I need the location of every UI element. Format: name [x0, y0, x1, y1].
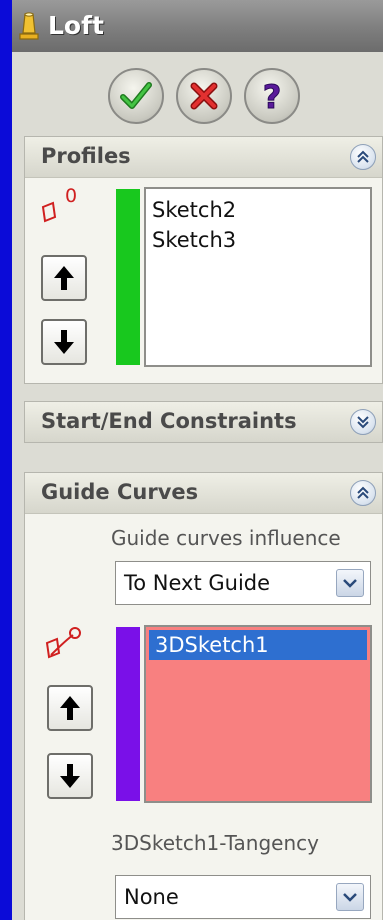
arrow-down-icon: [60, 764, 80, 788]
chevron-down-icon: [343, 893, 357, 902]
guide-influence-label: Guide curves influence: [111, 526, 341, 550]
tangency-label: 3DSketch1-Tangency: [111, 831, 319, 855]
chevron-down-icon: [343, 579, 357, 588]
property-manager-panel: Loft ? Profiles 0 Sketch2 Sketch3 Start/…: [12, 0, 383, 920]
guide-move-up-button[interactable]: [47, 685, 93, 731]
expand-start-end-button[interactable]: [350, 409, 376, 435]
loft-feature-icon: [19, 12, 39, 40]
guide-influence-select[interactable]: To Next Guide: [115, 561, 371, 605]
profile-count-label: 0: [65, 185, 78, 207]
collapse-profiles-button[interactable]: [350, 144, 376, 170]
profile-move-down-button[interactable]: [41, 319, 87, 365]
start-end-header[interactable]: Start/End Constraints: [25, 402, 382, 442]
dropdown-arrow-icon[interactable]: [336, 883, 364, 911]
guide-curves-color-bar: [116, 627, 140, 801]
arrow-up-icon: [60, 696, 80, 720]
question-icon: ?: [262, 78, 282, 114]
guide-move-down-button[interactable]: [47, 753, 93, 799]
title-bar: Loft: [12, 0, 383, 52]
profile-move-up-button[interactable]: [41, 255, 87, 301]
arrow-up-icon: [54, 266, 74, 290]
profiles-header[interactable]: Profiles: [25, 137, 382, 178]
start-end-title: Start/End Constraints: [41, 409, 297, 433]
dropdown-arrow-icon[interactable]: [336, 569, 364, 597]
svg-text:?: ?: [263, 78, 282, 114]
guide-curve-icon: [45, 627, 81, 659]
profiles-group: Profiles 0 Sketch2 Sketch3: [24, 136, 383, 384]
profile-sketch-icon: [41, 201, 57, 223]
arrow-down-icon: [54, 330, 74, 354]
list-item[interactable]: 3DSketch1: [149, 630, 367, 660]
profiles-title: Profiles: [41, 144, 131, 168]
x-icon: [190, 82, 218, 110]
guide-influence-value: To Next Guide: [124, 571, 271, 595]
chevron-down-icon: [357, 416, 369, 429]
guide-curves-list[interactable]: 3DSketch1: [144, 625, 372, 803]
collapse-guide-curves-button[interactable]: [350, 480, 376, 506]
cancel-button[interactable]: [176, 68, 232, 124]
start-end-constraints-group: Start/End Constraints: [24, 401, 383, 443]
window-title: Loft: [48, 11, 104, 40]
chevron-up-icon: [357, 486, 369, 499]
list-item[interactable]: Sketch3: [146, 225, 370, 255]
checkmark-icon: [120, 82, 152, 109]
guide-curves-header[interactable]: Guide Curves: [25, 473, 382, 514]
chevron-up-icon: [357, 150, 369, 163]
ok-button[interactable]: [108, 68, 164, 124]
profiles-color-bar: [116, 189, 140, 365]
tangency-select[interactable]: None: [115, 875, 371, 919]
list-item[interactable]: Sketch2: [146, 195, 370, 225]
guide-curves-group: Guide Curves Guide curves influence To N…: [24, 472, 383, 920]
tangency-value: None: [124, 885, 179, 909]
help-button[interactable]: ?: [244, 68, 300, 124]
profiles-list[interactable]: Sketch2 Sketch3: [144, 187, 372, 367]
guide-curves-title: Guide Curves: [41, 480, 199, 504]
